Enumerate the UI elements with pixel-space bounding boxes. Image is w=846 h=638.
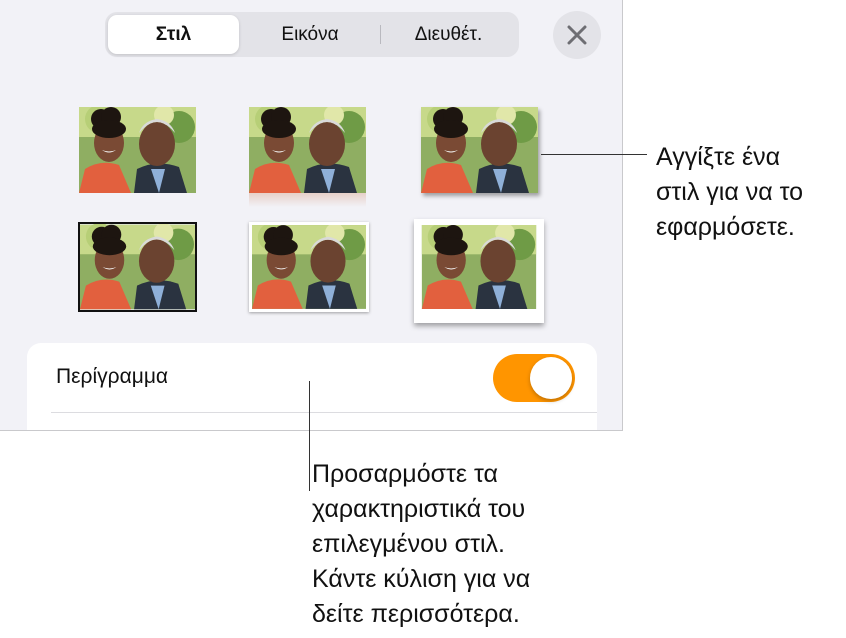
border-label: Περίγραμμα (56, 365, 169, 388)
thumbnail-photo (249, 107, 366, 193)
callout-line-text: δείτε περισσότερα. (312, 600, 520, 628)
toggle-knob (530, 357, 572, 399)
row-divider (51, 412, 597, 413)
border-toggle[interactable] (493, 354, 575, 402)
format-popover: Στιλ Εικόνα Διευθέτ. Περίγραμμα (0, 0, 623, 431)
thumbnail-photo (421, 107, 538, 193)
style-thumbnail-reflection[interactable] (249, 107, 366, 207)
style-thumbnail-plain[interactable] (79, 107, 196, 193)
callout-line-border (309, 381, 310, 491)
tab-arrange[interactable]: Διευθέτ. (381, 15, 516, 54)
callout-line-text: Αγγίξτε ένα (656, 143, 781, 171)
thumbnail-photo (80, 224, 195, 310)
tab-image[interactable]: Εικόνα (241, 15, 379, 54)
style-thumbnail-white-frame[interactable] (249, 222, 369, 312)
callout-border: Προσαρμόστε τα χαρακτηριστικά του επιλεγ… (312, 457, 530, 632)
callout-styles: Αγγίξτε ένα στιλ για να το εφαρμόσετε. (656, 140, 803, 245)
callout-line-styles (541, 154, 647, 155)
callout-line-text: επιλεγμένου στιλ. (312, 530, 505, 558)
close-icon (567, 25, 587, 45)
callout-line-text: Κάντε κύλιση για να (312, 565, 531, 593)
callout-line-text: εφαρμόσετε. (656, 213, 795, 241)
thumbnail-photo (79, 107, 196, 193)
close-button[interactable] (553, 11, 601, 59)
callout-line-text: Προσαρμόστε τα (312, 460, 498, 488)
callout-line-text: στιλ για να το (656, 178, 804, 206)
tab-style[interactable]: Στιλ (108, 15, 239, 54)
border-settings-card: Περίγραμμα (27, 343, 597, 430)
photo-reflection (249, 193, 366, 207)
callout-line-text: χαρακτηριστικά του (312, 495, 526, 523)
format-tabs: Στιλ Εικόνα Διευθέτ. (105, 12, 519, 57)
style-thumbnail-thin-border[interactable] (78, 222, 197, 312)
thumbnail-photo (421, 225, 537, 309)
style-thumbnail-curled-frame[interactable] (414, 219, 544, 323)
style-thumbnail-drop-shadow[interactable] (421, 107, 538, 193)
thumbnail-photo (252, 225, 366, 309)
